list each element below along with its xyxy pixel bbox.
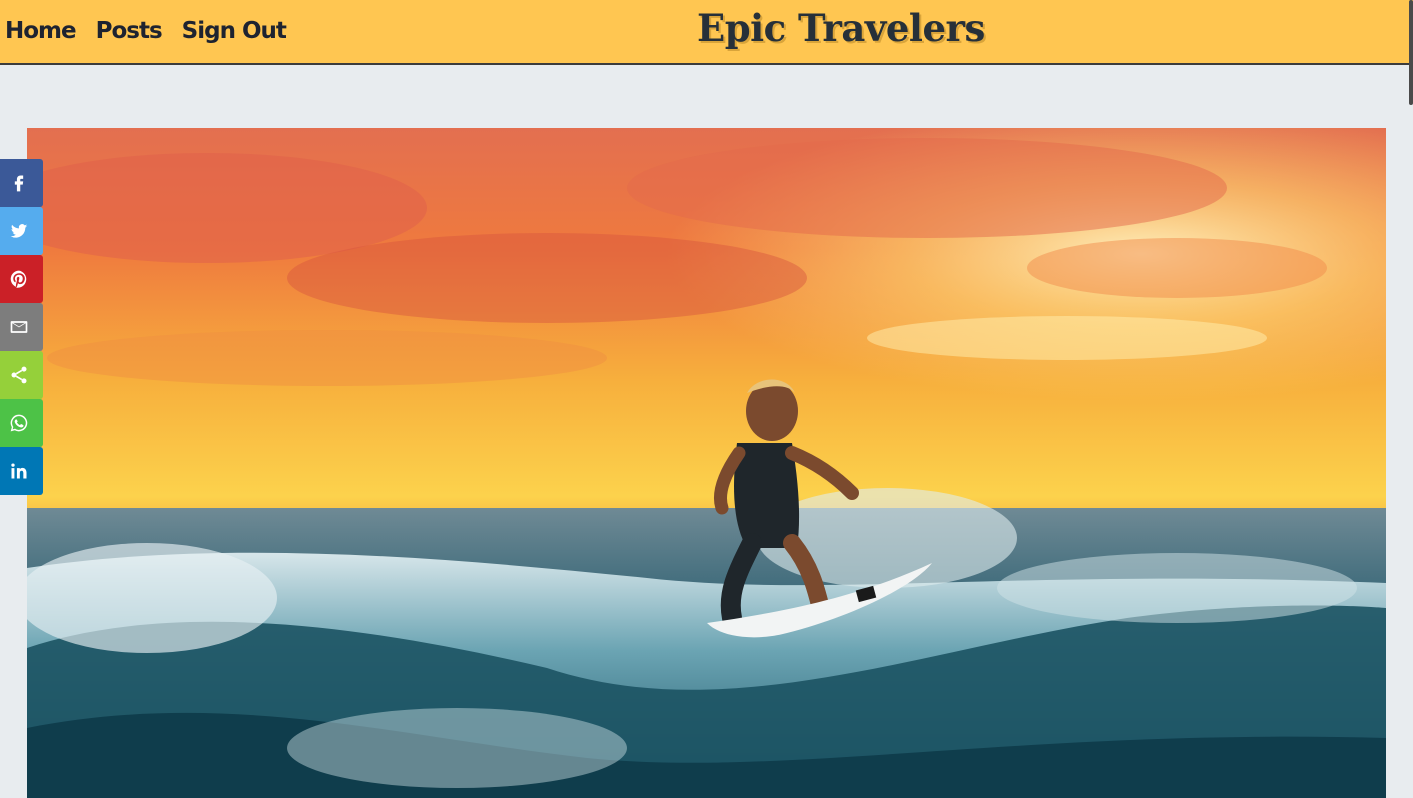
main-nav: Home Posts Sign Out xyxy=(5,18,287,44)
twitter-icon xyxy=(10,224,28,238)
twitter-share-button[interactable] xyxy=(0,207,43,255)
hero-image xyxy=(27,128,1386,798)
share-icon xyxy=(11,366,27,384)
email-share-button[interactable] xyxy=(0,303,43,351)
pinterest-share-button[interactable] xyxy=(0,255,43,303)
top-navbar: Home Posts Sign Out Epic Travelers xyxy=(0,0,1413,65)
nav-home-link[interactable]: Home xyxy=(5,18,77,44)
facebook-icon xyxy=(14,175,24,192)
whatsapp-icon xyxy=(10,414,28,432)
whatsapp-share-button[interactable] xyxy=(0,399,43,447)
site-title[interactable]: Epic Travelers xyxy=(697,6,985,50)
linkedin-share-button[interactable] xyxy=(0,447,43,495)
generic-share-button[interactable] xyxy=(0,351,43,399)
nav-sign-out-link[interactable]: Sign Out xyxy=(182,18,287,44)
linkedin-icon xyxy=(11,463,27,479)
surfer-sunset-photo xyxy=(27,128,1386,798)
facebook-share-button[interactable] xyxy=(0,159,43,207)
pinterest-icon xyxy=(10,270,27,288)
social-share-bar xyxy=(0,159,43,495)
nav-posts-link[interactable]: Posts xyxy=(96,18,163,44)
email-icon xyxy=(10,321,28,333)
scrollbar-thumb[interactable] xyxy=(1409,0,1413,105)
